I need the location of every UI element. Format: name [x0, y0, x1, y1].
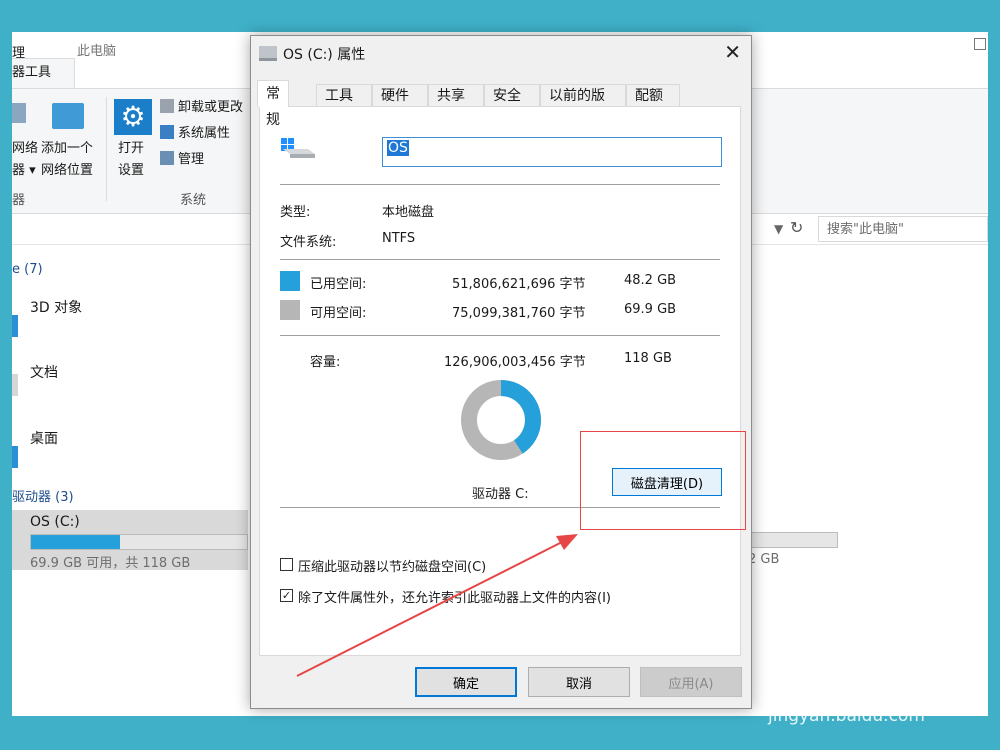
ribbon-network-dropdown[interactable]: 器 ▾: [12, 159, 36, 178]
watermark-url: jingyan.baidu.com: [768, 706, 925, 726]
tab-security[interactable]: 安全: [484, 84, 540, 106]
uninstall-label: 卸载或更改: [178, 100, 244, 115]
folder-desktop[interactable]: 桌面: [30, 428, 58, 448]
drive-label: 驱动器 C:: [472, 487, 529, 502]
divider: [280, 335, 720, 336]
drive-c-usage-fill: [31, 535, 120, 549]
ribbon-network-label[interactable]: 网络: [12, 137, 38, 156]
manage-button[interactable]: 管理: [160, 149, 204, 171]
search-input[interactable]: 搜索"此电脑": [818, 216, 988, 242]
highlight-box: [580, 431, 746, 530]
section-drives-header[interactable]: 驱动器 (3): [12, 486, 74, 505]
drive-2-usage-bar: [748, 532, 838, 548]
add-network-location-label2[interactable]: 网络位置: [41, 159, 93, 178]
index-label[interactable]: 除了文件属性外，还允许索引此驱动器上文件的内容(I): [298, 587, 611, 606]
tab-drive-tools[interactable]: 器工具: [12, 58, 75, 89]
refresh-icon[interactable]: ↻: [790, 218, 803, 237]
drive-c-usage-bar: [30, 534, 248, 550]
drive-2-free-text: 2 GB: [748, 552, 780, 567]
free-space-label: 可用空间:: [310, 306, 367, 321]
manage-label: 管理: [178, 152, 205, 167]
ribbon-group-network: 器: [12, 193, 26, 208]
hard-drive-icon: [281, 138, 315, 158]
type-label: 类型:: [280, 205, 311, 220]
open-settings-label1[interactable]: 打开: [118, 137, 144, 156]
type-value: 本地磁盘: [382, 205, 435, 220]
tab-tools[interactable]: 工具: [316, 84, 372, 106]
used-space-bytes: 51,806,621,696 字节: [452, 277, 586, 292]
filesystem-label: 文件系统:: [280, 235, 337, 250]
chevron-down-icon[interactable]: ▼: [774, 222, 783, 236]
folder-3d-objects[interactable]: 3D 对象: [30, 297, 82, 317]
divider: [280, 259, 720, 260]
properties-dialog: OS (C:) 属性 ✕ 常规 工具 硬件 共享 安全 以前的版本 配额 OS …: [250, 35, 752, 709]
volume-name-value: OS: [387, 140, 409, 156]
cancel-button[interactable]: 取消: [528, 667, 630, 697]
usage-donut-chart: [461, 380, 541, 460]
capacity-bytes: 126,906,003,456 字节: [444, 355, 586, 370]
dialog-title: OS (C:) 属性: [283, 47, 366, 63]
tab-previous-versions[interactable]: 以前的版本: [540, 84, 626, 126]
system-properties-label: 系统属性: [178, 126, 231, 141]
add-network-location-icon[interactable]: [52, 103, 84, 129]
compress-label[interactable]: 压缩此驱动器以节约磁盘空间(C): [298, 556, 486, 575]
free-space-bytes: 75,099,381,760 字节: [452, 306, 586, 321]
gear-icon[interactable]: ⚙: [114, 99, 152, 135]
ribbon-group-system: 系统: [180, 193, 207, 208]
apply-button: 应用(A): [640, 667, 742, 697]
drive-c-free-text: 69.9 GB 可用，共 118 GB: [30, 556, 191, 571]
computer-manage-icon: [160, 151, 174, 165]
general-panel: OS 类型: 本地磁盘 文件系统: NTFS 已用空间: 51,806,621,…: [259, 106, 741, 656]
drive-title-icon: [259, 46, 277, 61]
tab-quota[interactable]: 配额: [626, 84, 680, 106]
checklist-icon: [160, 125, 174, 139]
used-space-label: 已用空间:: [310, 277, 367, 292]
system-properties-button[interactable]: 系统属性: [160, 123, 230, 145]
divider: [280, 184, 720, 185]
free-space-gb: 69.9 GB: [624, 302, 677, 317]
tab-sharing[interactable]: 共享: [428, 84, 484, 106]
index-checkbox[interactable]: ✓: [280, 589, 293, 602]
free-space-swatch: [280, 300, 300, 320]
uninstall-icon: [160, 99, 174, 113]
drive-tile-c[interactable]: OS (C:) 69.9 GB 可用，共 118 GB: [12, 510, 248, 571]
open-settings-label2[interactable]: 设置: [118, 159, 144, 178]
drive-c-name: OS (C:): [30, 514, 80, 530]
section-folders-header[interactable]: e (7): [12, 262, 43, 277]
explorer-title: 此电脑: [77, 44, 117, 59]
tab-general[interactable]: 常规: [257, 80, 289, 128]
capacity-label: 容量:: [310, 355, 341, 370]
filesystem-value: NTFS: [382, 231, 416, 246]
add-network-location-label1[interactable]: 添加一个: [41, 137, 93, 156]
volume-name-input[interactable]: OS: [382, 137, 722, 167]
desktop-icon[interactable]: [12, 446, 18, 468]
ribbon-separator: [106, 97, 107, 201]
network-icon[interactable]: [12, 103, 26, 123]
3d-objects-icon[interactable]: [12, 315, 18, 337]
used-space-gb: 48.2 GB: [624, 273, 677, 288]
close-icon[interactable]: ✕: [724, 40, 741, 64]
watermark: Bai du 经验 jingyan.baidu.com: [768, 666, 955, 726]
capacity-gb: 118 GB: [624, 351, 672, 366]
documents-icon[interactable]: [12, 374, 18, 396]
watermark-logo: Bai du 经验: [768, 674, 955, 709]
uninstall-button[interactable]: 卸载或更改: [160, 97, 243, 119]
tab-hardware[interactable]: 硬件: [372, 84, 428, 106]
ok-button[interactable]: 确定: [415, 667, 517, 697]
maximize-icon[interactable]: [974, 38, 986, 50]
used-space-swatch: [280, 271, 300, 291]
folder-documents[interactable]: 文档: [30, 362, 58, 382]
compress-checkbox[interactable]: [280, 558, 293, 571]
